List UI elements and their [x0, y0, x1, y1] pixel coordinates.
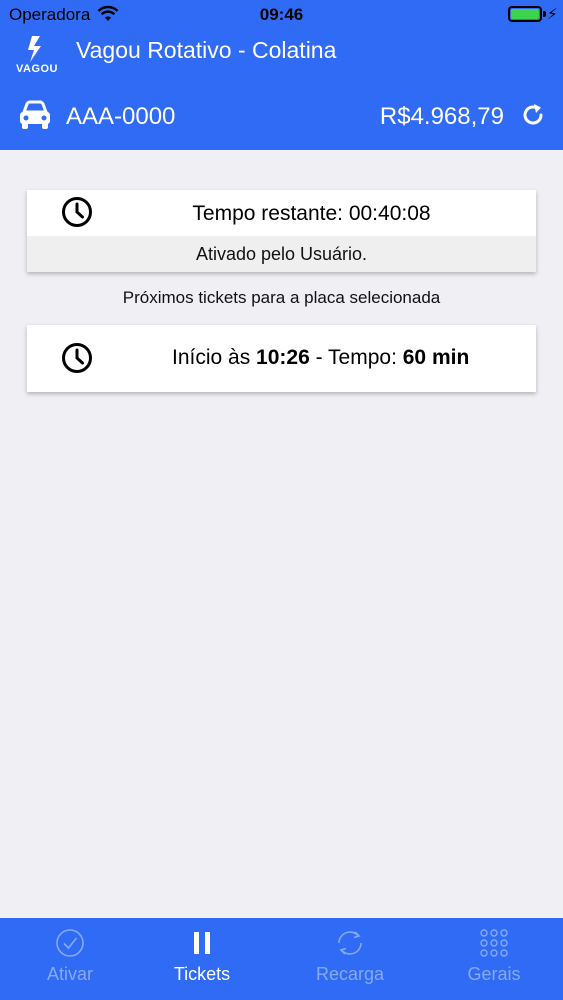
battery-nub [543, 11, 546, 17]
header: Operadora 09:46 ⚡ VAGOU Vagou Rotativo -… [0, 0, 563, 150]
active-ticket-card[interactable]: Tempo restante: 00:40:08 Ativado pelo Us… [27, 190, 536, 272]
next-ticket-card[interactable]: Início às 10:26 - Tempo: 60 min [27, 325, 536, 392]
active-ticket-footer: Ativado pelo Usuário. [27, 236, 536, 272]
page-title: Vagou Rotativo - Colatina [76, 37, 337, 63]
app-logo: VAGOU [14, 36, 60, 80]
charging-icon: ⚡ [547, 6, 558, 23]
logo-text: VAGOU [15, 63, 59, 75]
selected-plate[interactable]: AAA-0000 [66, 103, 175, 131]
logo-mark-icon [28, 36, 41, 62]
car-icon [20, 100, 50, 129]
pause-icon [194, 932, 210, 954]
remaining-time: Tempo restante: 00:40:08 [192, 202, 431, 225]
start-prefix: Início às [172, 346, 257, 369]
check-circle-icon [56, 929, 84, 957]
clock-icon [62, 343, 92, 373]
tab-label: Gerais [467, 964, 521, 984]
tab-label: Recarga [315, 964, 385, 984]
duration-value: 60 min [402, 346, 470, 369]
refresh-icon[interactable] [520, 102, 546, 128]
duration-separator: - Tempo: [309, 346, 403, 369]
next-ticket-info: Início às 10:26 - Tempo: 60 min [172, 346, 469, 370]
tab-bar: Ativar Tickets Recarga Gerais [0, 918, 563, 1000]
battery-icon [508, 6, 542, 22]
screen: Operadora 09:46 ⚡ VAGOU Vagou Rotativo -… [0, 0, 563, 1000]
tab-label: Ativar [46, 964, 93, 984]
tab-gerais[interactable]: Gerais [424, 918, 563, 1000]
clock-time: 09:46 [259, 5, 304, 24]
nav-bar: VAGOU Vagou Rotativo - Colatina [0, 30, 563, 82]
tab-ativar[interactable]: Ativar [0, 918, 140, 1000]
grid-icon [480, 929, 508, 957]
sync-icon [338, 931, 362, 955]
start-time: 10:26 [256, 346, 310, 369]
account-balance: R$4.968,79 [379, 103, 504, 130]
status-bar: Operadora 09:46 ⚡ [0, 0, 563, 30]
tab-tickets[interactable]: Tickets [132, 918, 272, 1000]
next-tickets-heading: Próximos tickets para a placa selecionad… [122, 288, 441, 307]
plate-bar[interactable]: AAA-0000 R$4.968,79 [0, 90, 563, 144]
activated-by-label: Ativado pelo Usuário. [195, 244, 368, 264]
active-ticket-top: Tempo restante: 00:40:08 [27, 190, 536, 236]
tab-label: Tickets [173, 964, 231, 984]
tab-recarga[interactable]: Recarga [280, 918, 420, 1000]
